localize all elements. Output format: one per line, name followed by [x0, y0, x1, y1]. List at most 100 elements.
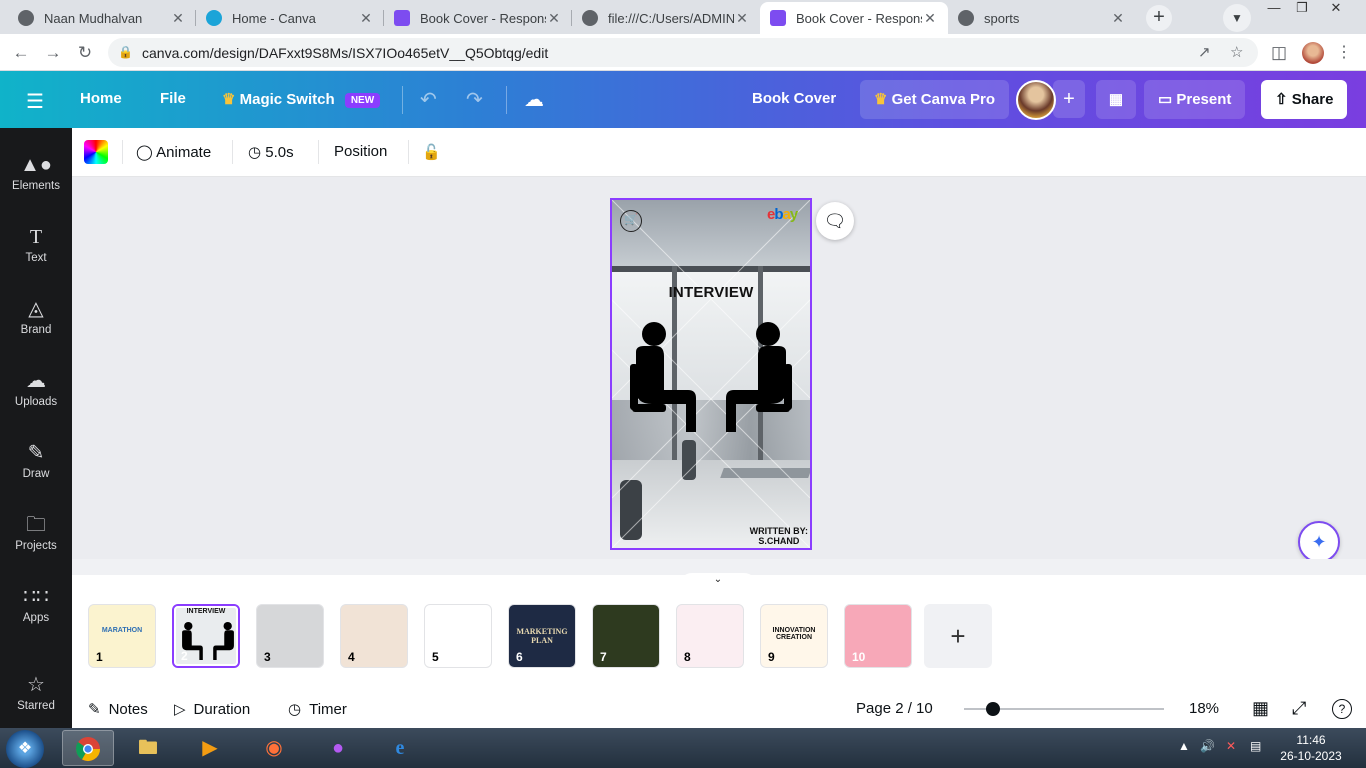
collapse-pages-chevron-icon[interactable]: ⌄ — [678, 573, 758, 587]
sidebar-item-apps[interactable]: ∷∷ Apps — [0, 584, 72, 624]
add-page-button[interactable]: + — [924, 604, 992, 668]
duration-footer-button[interactable]: ▷ Duration — [174, 700, 250, 718]
show-hidden-icons[interactable]: ▲ — [1178, 739, 1190, 753]
vertical-scrollbar[interactable] — [1350, 177, 1366, 575]
editor-footer: ✎ Notes ▷ Duration ◷ Timer Page 2 / 10 18% … — [72, 690, 1366, 728]
page-thumbnail[interactable]: MARATHON 1 — [88, 604, 156, 668]
minimize-icon[interactable]: — — [1260, 0, 1288, 18]
browser-tab[interactable]: file:///C:/Users/ADMIN/ ✕ — [572, 2, 760, 34]
lock-icon[interactable]: 🔓 — [422, 143, 441, 161]
close-tab-icon[interactable]: ✕ — [170, 10, 186, 27]
sidebar-item-uploads[interactable]: ☁ Uploads — [0, 368, 72, 408]
new-tab-button[interactable]: + — [1146, 5, 1172, 31]
network-icon[interactable]: ✕ — [1226, 739, 1236, 753]
invite-plus-icon[interactable]: + — [1053, 80, 1085, 118]
redo-icon[interactable]: ↷ — [466, 87, 483, 112]
browser-menu-icon[interactable]: ⋮ — [1336, 42, 1352, 62]
page-thumbnail[interactable]: 7 — [592, 604, 660, 668]
page-thumbnail[interactable]: 4 — [340, 604, 408, 668]
magic-sparkle-icon[interactable]: ✦ — [1298, 521, 1340, 563]
toolbar-divider — [122, 140, 123, 164]
browser-tab[interactable]: sports ✕ — [948, 2, 1136, 34]
bookmark-star-icon[interactable]: ☆ — [1230, 43, 1243, 61]
file-explorer-icon[interactable]: 🖿 — [122, 730, 174, 766]
menu-hamburger-icon[interactable]: ☰ — [26, 89, 44, 114]
page-thumbnail[interactable]: 10 — [844, 604, 912, 668]
magic-switch-button[interactable]: ♛ Magic Switch NEW — [222, 90, 381, 108]
add-comment-icon[interactable]: 🗨 — [816, 202, 854, 240]
vpn-mask-icon[interactable]: ● — [312, 730, 364, 766]
close-tab-icon[interactable]: ✕ — [546, 10, 562, 27]
share-button[interactable]: ⇧ Share — [1261, 80, 1348, 119]
page-thumbnail[interactable]: 8 — [676, 604, 744, 668]
browser-profile-avatar[interactable] — [1302, 42, 1324, 64]
restore-icon[interactable]: ❐ — [1288, 0, 1316, 18]
sidebar-item-text[interactable]: T Text — [0, 224, 72, 264]
chrome-icon[interactable] — [62, 730, 114, 766]
close-tab-icon[interactable]: ✕ — [734, 10, 750, 27]
position-button[interactable]: Position — [334, 143, 387, 160]
page-number: 1 — [96, 650, 103, 664]
close-window-icon[interactable]: ✕ — [1322, 0, 1350, 18]
help-icon[interactable]: ? — [1332, 699, 1352, 719]
close-tab-icon[interactable]: ✕ — [358, 10, 374, 27]
internet-explorer-icon[interactable]: e — [374, 730, 426, 766]
firefox-icon[interactable]: ◉ — [248, 730, 300, 766]
play-icon: ▷ — [174, 701, 186, 718]
media-player-icon[interactable]: ▶ — [184, 730, 236, 766]
sidebar-item-projects[interactable]: 🗀 Projects — [0, 512, 72, 552]
duration-button[interactable]: ◷ 5.0s — [248, 143, 294, 161]
document-title[interactable]: Book Cover — [752, 90, 836, 107]
browser-tab[interactable]: Naan Mudhalvan ✕ — [8, 2, 196, 34]
side-panel-icon[interactable]: ◫ — [1266, 40, 1292, 66]
cloud-save-icon[interactable]: ☁ — [524, 87, 544, 112]
volume-icon[interactable]: 🔊 — [1200, 739, 1215, 753]
close-tab-icon[interactable]: ✕ — [1110, 10, 1126, 27]
get-canva-pro-button[interactable]: ♛ Get Canva Pro — [860, 80, 1009, 119]
zoom-slider[interactable] — [964, 702, 1164, 716]
share-page-icon[interactable]: ↗ — [1198, 43, 1211, 61]
page-thumbnail[interactable]: MARKETING PLAN 6 — [508, 604, 576, 668]
back-arrow-icon[interactable]: ← — [8, 40, 34, 66]
left-sidebar: ▲● Elements T Text ◬ Brand ☁ Uploads ✎ D… — [0, 128, 72, 728]
close-tab-icon[interactable]: ✕ — [922, 10, 938, 27]
browser-tab-active[interactable]: Book Cover - Responsive ✕ — [760, 2, 948, 34]
reload-icon[interactable]: ↻ — [72, 40, 98, 66]
author-name: S.CHAND — [758, 536, 800, 546]
shopping-cart-icon: 🛒 — [620, 210, 642, 232]
design-page[interactable]: 🛒 ebay INTERVIEW WRITTEN BY: S.CHAND — [610, 198, 812, 550]
system-clock[interactable]: 11:46 26-10-2023 — [1278, 732, 1344, 764]
notes-button[interactable]: ✎ Notes — [88, 700, 148, 718]
url-input[interactable]: 🔒 canva.com/design/DAFxxt9S8Ms/ISX7IOo46… — [108, 38, 1258, 67]
browser-tab[interactable]: Book Cover - Responsive ✕ — [384, 2, 572, 34]
action-center-icon[interactable]: ▤ — [1250, 739, 1261, 753]
ebay-logo: ebay — [767, 206, 798, 223]
present-label: Present — [1176, 91, 1232, 108]
file-menu-button[interactable]: File — [160, 90, 186, 107]
page-thumbnail[interactable]: 3 — [256, 604, 324, 668]
animate-button[interactable]: ◯ Animate — [136, 143, 211, 161]
timer-button[interactable]: ◷ Timer — [288, 700, 347, 718]
sidebar-item-starred[interactable]: ☆ Starred — [0, 672, 72, 712]
start-button-icon[interactable]: ❖ — [6, 730, 44, 768]
grid-view-icon[interactable]: ▦ — [1252, 698, 1269, 719]
present-button[interactable]: ▭ Present — [1144, 80, 1246, 119]
undo-icon[interactable]: ↶ — [420, 87, 437, 112]
user-avatar[interactable] — [1016, 80, 1056, 120]
page-thumbnail-selected[interactable]: INTERVIEW 2 — [172, 604, 240, 668]
page-thumbnail[interactable]: INNOVATION CREATION 9 — [760, 604, 828, 668]
forward-arrow-icon[interactable]: → — [40, 40, 66, 66]
tab-search-chevron-icon[interactable]: ▼ — [1223, 4, 1251, 32]
sidebar-item-elements[interactable]: ▲● Elements — [0, 152, 72, 192]
color-picker-swatch[interactable] — [84, 140, 108, 164]
home-button[interactable]: Home — [80, 90, 122, 107]
analytics-chart-icon[interactable]: ▦ — [1096, 80, 1136, 119]
sidebar-item-brand[interactable]: ◬ Brand — [0, 296, 72, 336]
sidebar-item-draw[interactable]: ✎ Draw — [0, 440, 72, 480]
zoom-level[interactable]: 18% — [1189, 700, 1219, 717]
fullscreen-icon[interactable]: ⤢ — [1292, 698, 1306, 719]
page-indicator[interactable]: Page 2 / 10 — [856, 700, 933, 717]
browser-tab[interactable]: Home - Canva ✕ — [196, 2, 384, 34]
page-thumbnail[interactable]: 5 — [424, 604, 492, 668]
zoom-slider-handle[interactable] — [986, 702, 1000, 716]
